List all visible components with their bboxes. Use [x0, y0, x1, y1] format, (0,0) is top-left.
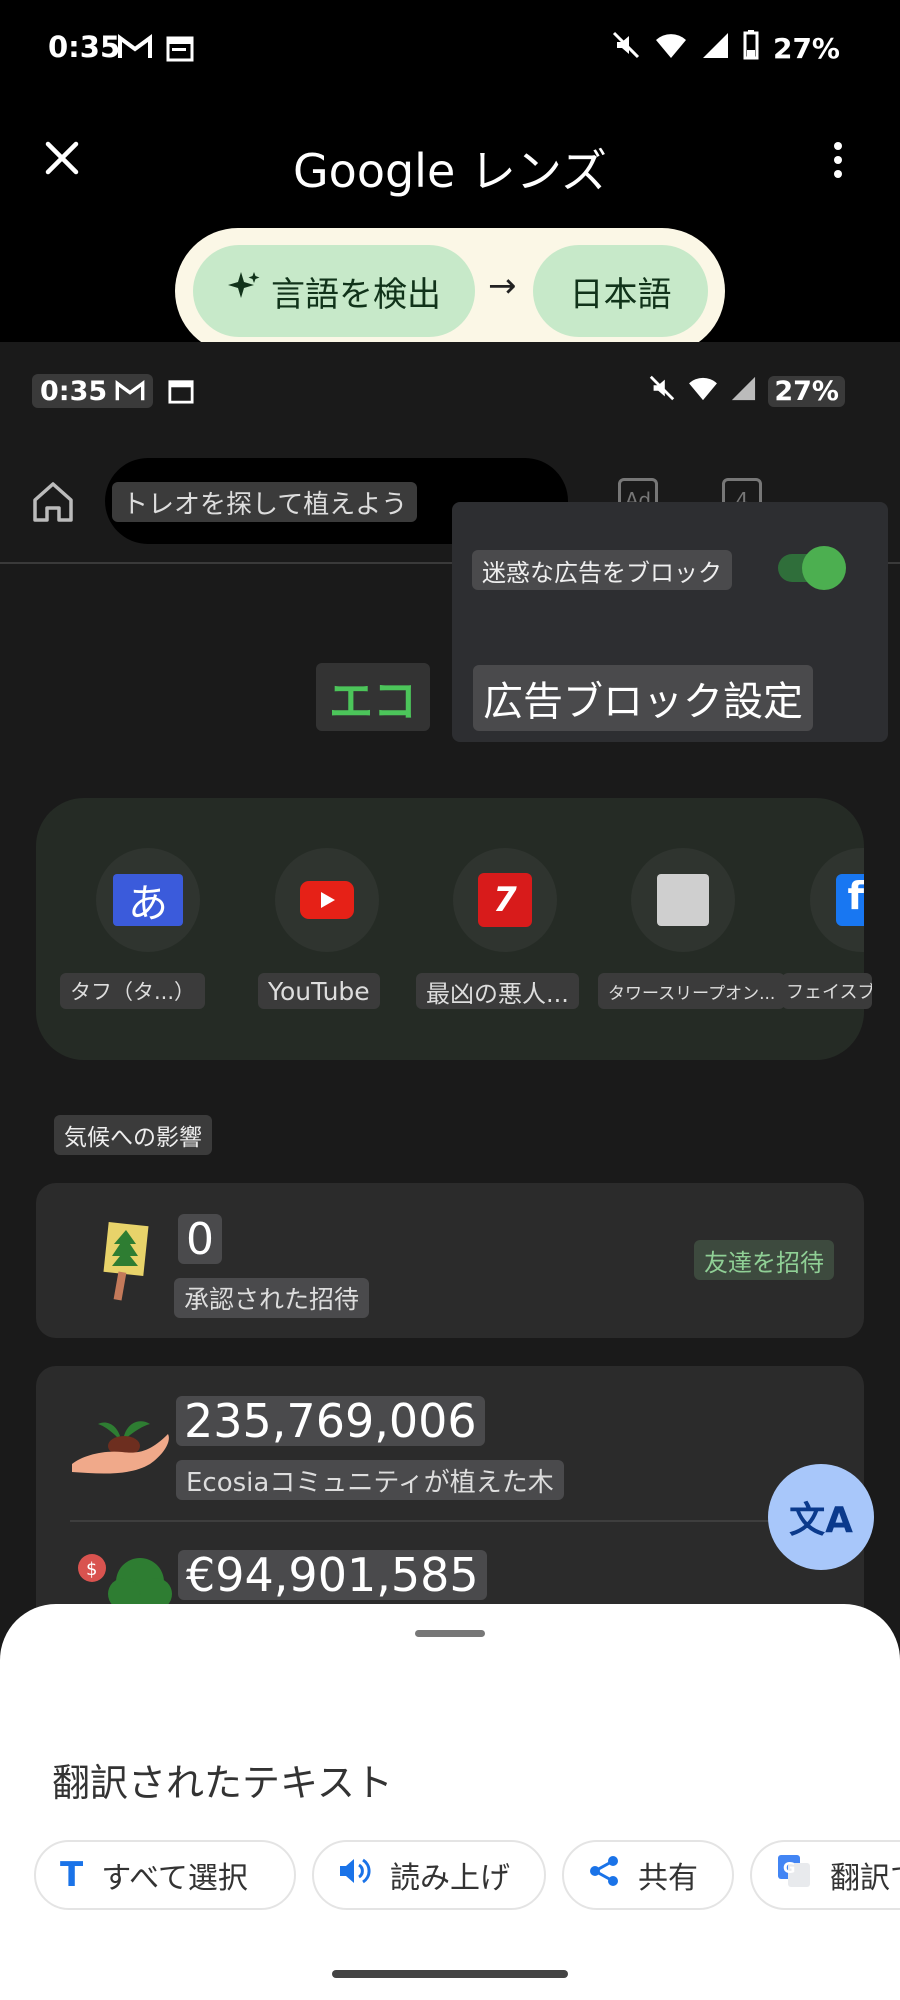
hiragana-a-icon: あ: [113, 874, 183, 927]
google-translate-icon: G: [776, 1853, 812, 1897]
target-language-button[interactable]: 日本語: [533, 245, 708, 337]
captured-battery: 27%: [768, 376, 845, 407]
home-button[interactable]: [30, 478, 76, 524]
gmail-icon: [118, 34, 152, 64]
shortcut-label: フェイスブ: [782, 973, 872, 1009]
ad-block-toggle-label: 迷惑な広告をブロック: [472, 550, 732, 590]
sheet-drag-handle[interactable]: [415, 1630, 485, 1637]
more-vert-icon: [834, 142, 842, 150]
read-aloud-label: 読み上げ: [390, 1861, 510, 1896]
wifi-icon: [688, 375, 718, 408]
shortcut-youtube[interactable]: [275, 848, 379, 952]
arrow-right-icon: →: [488, 266, 517, 306]
card-divider: [70, 1520, 830, 1522]
shortcut-label: タワースリープオン...: [598, 973, 786, 1009]
invite-friends-link[interactable]: 友達を招待: [694, 1240, 834, 1280]
trees-planted-label: Ecosiaコミュニティが植えた木: [176, 1460, 564, 1500]
section-heading: 気候への影響: [54, 1115, 212, 1155]
site-thumbnail-icon: [657, 874, 709, 926]
invites-label: 承認された招待: [174, 1278, 370, 1318]
gmail-icon: [115, 380, 145, 401]
battery-icon: [743, 30, 759, 67]
eco-title: エコ: [316, 663, 430, 731]
open-in-translate-label: 翻訳で: [830, 1861, 900, 1896]
battery-percent: 27%: [772, 32, 840, 65]
read-aloud-button[interactable]: 読み上げ: [312, 1840, 546, 1910]
translate-fab[interactable]: 文A: [768, 1464, 874, 1570]
mute-icon: [611, 30, 641, 67]
captured-status-right: 27%: [648, 374, 845, 409]
sheet-title: 翻訳されたテキスト: [52, 1761, 393, 1805]
shortcut-taf[interactable]: あ: [96, 848, 200, 952]
page-title: Google レンズ: [293, 144, 607, 198]
wifi-icon: [655, 31, 687, 66]
money-raised-value: €94,901,585: [178, 1548, 487, 1602]
select-all-label: すべて選択: [101, 1861, 248, 1896]
captured-time-text: 0:35: [40, 375, 108, 407]
gesture-nav-bar[interactable]: [332, 1970, 568, 1978]
select-all-button[interactable]: T すべて選択: [34, 1840, 296, 1910]
invites-count: 0: [178, 1214, 222, 1265]
search-bar-text: トレオを探して植えよう: [112, 482, 418, 522]
tree-sign-icon: [100, 1222, 150, 1306]
signal-icon: [730, 375, 756, 408]
money-tree-icon: $: [74, 1548, 174, 1612]
open-in-translate-button[interactable]: G 翻訳で: [750, 1840, 900, 1910]
share-button[interactable]: 共有: [562, 1840, 734, 1910]
source-language-label: 言語を検出: [271, 274, 441, 315]
shortcut-label: YouTube: [258, 973, 380, 1009]
signal-icon: [701, 31, 729, 66]
plant-hand-icon: [70, 1396, 174, 1490]
home-icon: [33, 482, 73, 522]
share-label: 共有: [638, 1861, 698, 1896]
text-t-icon: T: [60, 1855, 84, 1895]
toggle-knob[interactable]: [802, 546, 846, 590]
facebook-icon: f: [836, 874, 864, 926]
captured-status-time: 0:35: [32, 374, 154, 408]
trees-planted-count: 235,769,006: [176, 1394, 485, 1448]
speaker-icon: [338, 1856, 372, 1894]
app-seven-icon: 7: [478, 873, 532, 927]
shortcut-tower-sleep[interactable]: [631, 848, 735, 952]
status-time: 0:35: [48, 30, 121, 64]
shortcut-label: タフ（タ...）: [60, 973, 206, 1009]
mute-icon: [648, 374, 676, 409]
share-icon: [588, 1855, 620, 1895]
ad-block-settings-title[interactable]: 広告ブロック設定: [473, 665, 813, 731]
sparkle-icon: [227, 270, 261, 313]
youtube-icon: [300, 881, 354, 919]
shortcut-label: 最凶の悪人...: [416, 973, 579, 1009]
translate-icon: 文A: [789, 1500, 853, 1541]
status-right: 27%: [611, 30, 840, 67]
more-options-button[interactable]: [828, 138, 848, 182]
svg-text:G: G: [783, 1859, 795, 1877]
calendar-icon: [168, 378, 194, 408]
svg-text:$: $: [86, 1559, 97, 1580]
calendar-icon: [166, 34, 194, 66]
shortcut-villain[interactable]: 7: [453, 848, 557, 952]
source-language-button[interactable]: 言語を検出: [193, 245, 475, 337]
